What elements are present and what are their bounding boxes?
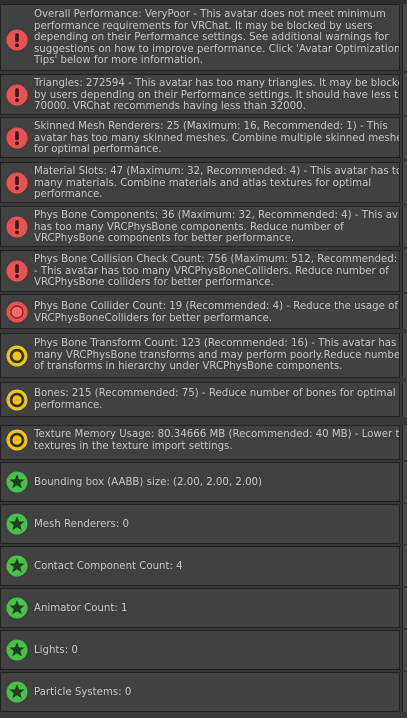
- performance-message-list: Overall Performance: VeryPoor - This ava…: [0, 0, 407, 718]
- row-fix-button-edge[interactable]: [402, 672, 407, 712]
- message-row: Material Slots: 47 (Maximum: 32, Recomme…: [0, 162, 400, 203]
- error-exclamation-icon: [6, 260, 28, 282]
- row-fix-button-edge[interactable]: [402, 4, 407, 71]
- row-fix-button-edge[interactable]: [402, 462, 407, 502]
- error-exclamation-icon: [6, 172, 28, 194]
- warning-circle-icon: [6, 345, 28, 367]
- message-text: Contact Component Count: 4: [34, 561, 183, 572]
- row-fix-button-edge[interactable]: [402, 382, 407, 417]
- message-row: Overall Performance: VeryPoor - This ava…: [0, 4, 400, 71]
- message-row: Phys Bone Collision Check Count: 756 (Ma…: [0, 250, 400, 292]
- message-text: Triangles: 272594 - This avatar has too …: [34, 78, 399, 113]
- message-row: Texture Memory Usage: 80.34666 MB (Recom…: [0, 425, 400, 460]
- message-text: Phys Bone Components: 36 (Maximum: 32, R…: [34, 210, 399, 245]
- message-row: Phys Bone Collider Count: 19 (Recommende…: [0, 294, 400, 329]
- message-row: Animator Count: 1: [0, 588, 400, 628]
- message-row: Skinned Mesh Renderers: 25 (Maximum: 16,…: [0, 117, 400, 158]
- row-fix-button-edge[interactable]: [402, 162, 407, 203]
- error-exclamation-icon: [6, 29, 28, 51]
- message-text: Animator Count: 1: [34, 603, 128, 614]
- message-row: Triangles: 272594 - This avatar has too …: [0, 74, 400, 115]
- star-ok-icon: [6, 471, 28, 493]
- row-fix-button-edge[interactable]: [402, 546, 407, 586]
- message-row: Phys Bone Components: 36 (Maximum: 32, R…: [0, 206, 400, 247]
- row-fix-button-edge[interactable]: [402, 588, 407, 628]
- message-text: Mesh Renderers: 0: [34, 519, 130, 530]
- message-row: Bones: 215 (Recommended: 75) - Reduce nu…: [0, 382, 400, 417]
- error-exclamation-icon: [6, 127, 28, 149]
- row-fix-button-edge[interactable]: [402, 425, 407, 460]
- message-row: Bounding box (AABB) size: (2.00, 2.00, 2…: [0, 462, 400, 502]
- star-ok-icon: [6, 597, 28, 619]
- star-ok-icon: [6, 681, 28, 703]
- message-row: Phys Bone Transform Count: 123 (Recommen…: [0, 333, 400, 378]
- message-text: Phys Bone Collision Check Count: 756 (Ma…: [34, 254, 398, 289]
- message-text: Particle Systems: 0: [34, 687, 132, 698]
- row-fix-button-edge[interactable]: [402, 206, 407, 247]
- warning-circle-icon: [6, 429, 28, 451]
- row-fix-button-edge[interactable]: [402, 630, 407, 670]
- message-row: Particle Systems: 0: [0, 672, 400, 712]
- message-text: Phys Bone Collider Count: 19 (Recommende…: [34, 301, 398, 324]
- row-fix-button-edge[interactable]: [402, 250, 407, 292]
- row-fix-button-edge[interactable]: [402, 504, 407, 544]
- warning-circle-icon: [6, 389, 28, 411]
- message-text: Lights: 0: [34, 645, 78, 656]
- row-fix-button-edge[interactable]: [402, 74, 407, 115]
- star-ok-icon: [6, 639, 28, 661]
- row-fix-button-edge[interactable]: [402, 294, 407, 329]
- message-text: Bounding box (AABB) size: (2.00, 2.00, 2…: [34, 477, 263, 488]
- message-text: Skinned Mesh Renderers: 25 (Maximum: 16,…: [34, 121, 399, 156]
- error-circle-icon: [6, 301, 28, 323]
- message-text: Bones: 215 (Recommended: 75) - Reduce nu…: [34, 388, 396, 411]
- message-row: Mesh Renderers: 0: [0, 504, 400, 544]
- message-row: Contact Component Count: 4: [0, 546, 400, 586]
- message-text: Phys Bone Transform Count: 123 (Recommen…: [34, 338, 400, 373]
- row-fix-button-edge[interactable]: [402, 333, 407, 378]
- message-text: Material Slots: 47 (Maximum: 32, Recomme…: [34, 166, 399, 201]
- message-row: Lights: 0: [0, 630, 400, 670]
- error-exclamation-icon: [6, 216, 28, 238]
- message-text: Overall Performance: VeryPoor - This ava…: [34, 9, 400, 67]
- row-fix-button-edge[interactable]: [402, 117, 407, 158]
- message-text: Texture Memory Usage: 80.34666 MB (Recom…: [34, 429, 400, 452]
- star-ok-icon: [6, 555, 28, 577]
- error-exclamation-icon: [6, 84, 28, 106]
- star-ok-icon: [6, 513, 28, 535]
